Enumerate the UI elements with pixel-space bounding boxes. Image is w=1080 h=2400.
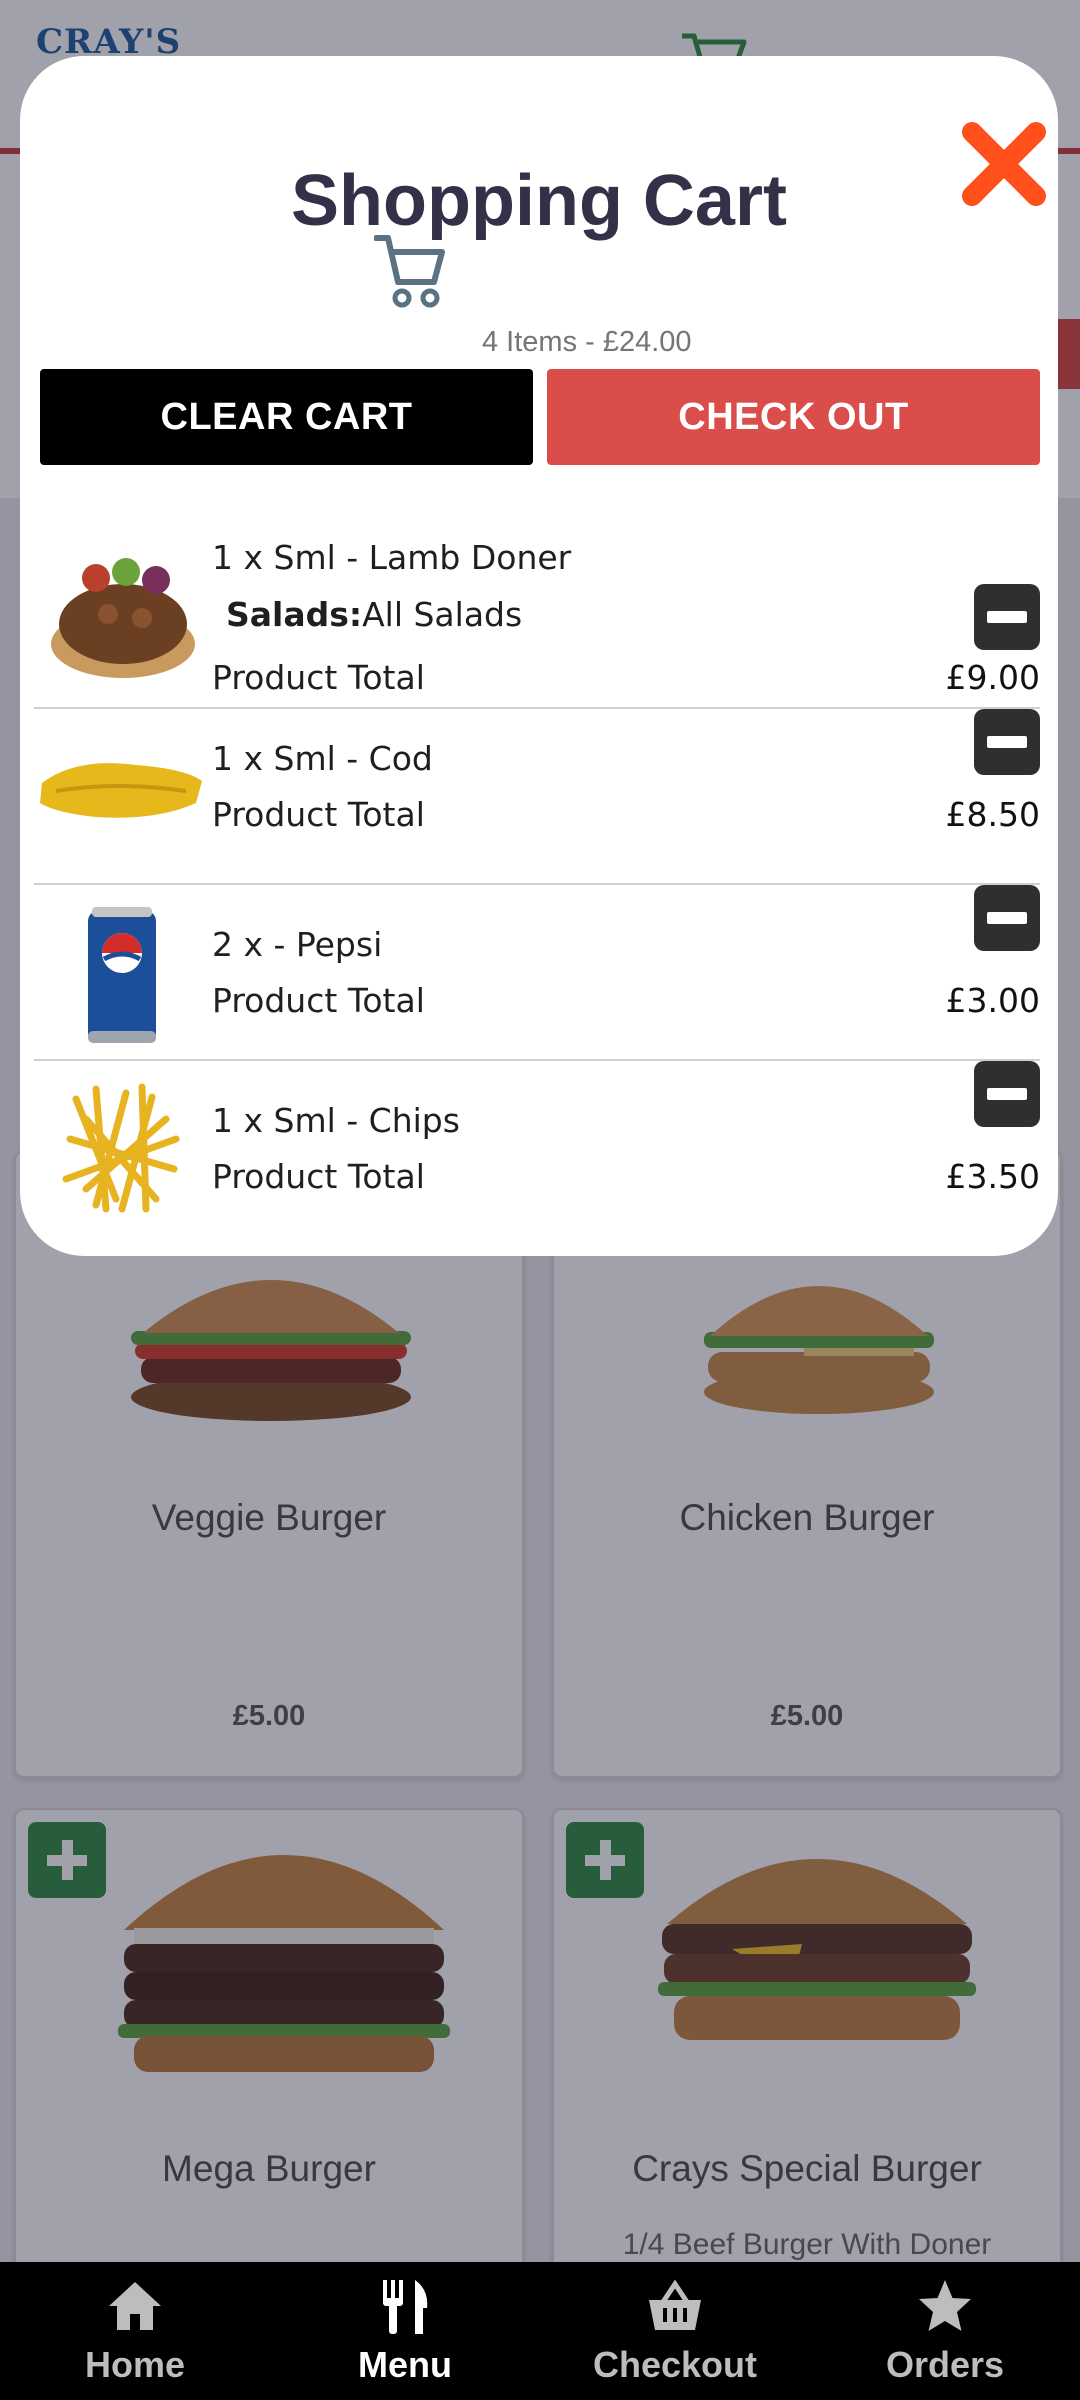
nav-label: Orders <box>885 2344 1005 2385</box>
cart-icon <box>374 235 445 308</box>
product-total-price: £3.50 <box>945 1157 1040 1196</box>
cart-item-option: Salads:All Salads <box>226 595 522 634</box>
modal-title: Shopping Cart <box>291 161 787 241</box>
remove-item-button[interactable] <box>974 1061 1040 1127</box>
nav-label: Menu <box>358 2344 452 2385</box>
basket-icon <box>649 2279 701 2330</box>
home-icon <box>109 2282 161 2330</box>
nav-home[interactable]: Home <box>0 2262 270 2400</box>
product-total-label: Product Total <box>212 1157 425 1196</box>
product-total-price: £9.00 <box>945 658 1040 697</box>
star-icon <box>919 2280 971 2331</box>
option-value: All Salads <box>362 595 523 634</box>
product-total-price: £3.00 <box>945 981 1040 1020</box>
nav-label: Home <box>84 2344 186 2385</box>
remove-item-button[interactable] <box>974 584 1040 650</box>
nav-checkout[interactable]: Checkout <box>540 2262 810 2400</box>
pepsi-can-image <box>88 907 156 1043</box>
cart-item: 1 x Sml - Lamb Doner Salads:All Salads P… <box>34 508 1040 709</box>
remove-item-button[interactable] <box>974 885 1040 951</box>
product-total-label: Product Total <box>212 658 425 697</box>
product-total-label: Product Total <box>212 981 425 1020</box>
nav-label: Checkout <box>592 2344 758 2385</box>
cart-summary: 4 Items - £24.00 <box>482 326 692 358</box>
cart-item-title: 1 x Sml - Lamb Doner <box>212 538 572 577</box>
product-total-label: Product Total <box>212 795 425 834</box>
nav-orders[interactable]: Orders <box>810 2262 1080 2400</box>
cart-item: 1 x Sml - Cod Product Total £8.50 <box>34 709 1040 885</box>
checkout-button[interactable]: CHECK OUT <box>547 369 1040 465</box>
product-total-price: £8.50 <box>945 795 1040 834</box>
cart-item-title: 1 x Sml - Chips <box>212 1101 460 1140</box>
fork-knife-icon <box>383 2280 428 2334</box>
option-key: Salads: <box>226 595 363 634</box>
cart-item: 2 x - Pepsi Product Total £3.00 <box>34 885 1040 1061</box>
nav-menu[interactable]: Menu <box>270 2262 540 2400</box>
shopping-cart-modal: Shopping Cart 4 Items - £24.00 CLEAR CAR… <box>20 56 1058 1256</box>
clear-cart-button[interactable]: CLEAR CART <box>40 369 533 465</box>
cart-item: 1 x Sml - Chips Product Total £3.50 <box>34 1061 1040 1237</box>
remove-item-button[interactable] <box>974 709 1040 775</box>
cart-item-title: 2 x - Pepsi <box>212 925 383 964</box>
chips-image <box>62 1083 180 1213</box>
cart-item-title: 1 x Sml - Cod <box>212 739 433 778</box>
lamb-doner-image <box>51 558 195 678</box>
cod-image <box>40 763 202 818</box>
bottom-navigation: Home Menu Checkout Orders <box>0 2262 1080 2400</box>
